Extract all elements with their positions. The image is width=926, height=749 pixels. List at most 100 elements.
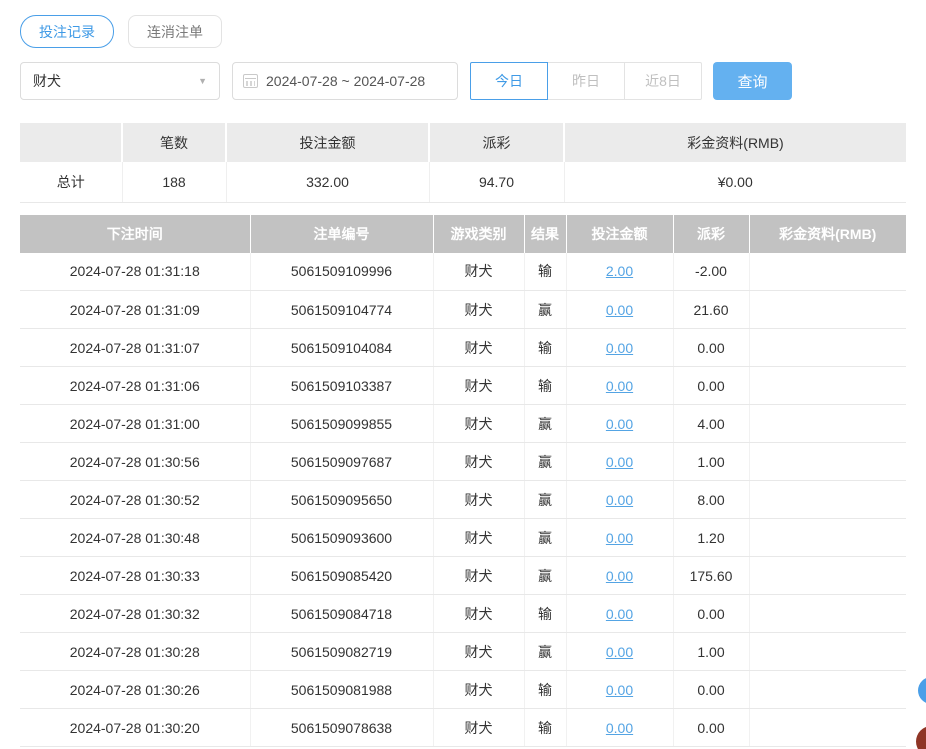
- tab-bet-records[interactable]: 投注记录: [20, 15, 114, 48]
- bet-amount-link[interactable]: 0.00: [606, 568, 633, 584]
- summary-total-row: 总计 188 332.00 94.70 ¥0.00: [20, 162, 906, 202]
- bet-amount-link: 0.00: [566, 519, 673, 557]
- order-number-cell: 5061509109996: [250, 253, 433, 291]
- bet-time-cell: 2024-07-28 01:31:07: [20, 329, 250, 367]
- payout-cell: -2.00: [673, 253, 749, 291]
- bet-records-page: 投注记录 连消注单 财犬 ▼ 2024-07-28 ~ 2024-07-28 今…: [0, 0, 926, 749]
- today-button[interactable]: 今日: [470, 62, 548, 100]
- result-cell: 赢: [524, 291, 566, 329]
- payout-cell: 1.00: [673, 443, 749, 481]
- payout-cell: 1.20: [673, 519, 749, 557]
- bet-time-cell: 2024-07-28 01:30:26: [20, 671, 250, 709]
- summary-total-bonus: ¥0.00: [564, 162, 906, 202]
- bet-amount-link[interactable]: 2.00: [606, 263, 633, 279]
- table-row: 2024-07-28 01:30:205061509078638财犬输0.000…: [20, 709, 906, 747]
- bet-amount-link[interactable]: 0.00: [606, 340, 633, 356]
- summary-header-count: 笔数: [122, 123, 226, 162]
- summary-header-empty: [20, 123, 122, 162]
- table-row: 2024-07-28 01:30:525061509095650财犬赢0.008…: [20, 481, 906, 519]
- game-type-cell: 财犬: [433, 367, 524, 405]
- last-8-days-button[interactable]: 近8日: [624, 62, 702, 100]
- top-tabs: 投注记录 连消注单: [20, 15, 906, 48]
- records-table: 下注时间 注单编号 游戏类别 结果 投注金额 派彩 彩金资料(RMB) 2024…: [20, 215, 906, 748]
- bet-time-cell: 2024-07-28 01:30:56: [20, 443, 250, 481]
- bet-amount-link[interactable]: 0.00: [606, 454, 633, 470]
- summary-total-label: 总计: [20, 162, 122, 202]
- bonus-cell: [749, 253, 906, 291]
- result-cell: 输: [524, 709, 566, 747]
- header-bet-time: 下注时间: [20, 215, 250, 253]
- bet-amount-link: 2.00: [566, 253, 673, 291]
- payout-cell: 8.00: [673, 481, 749, 519]
- bonus-cell: [749, 329, 906, 367]
- result-cell: 输: [524, 367, 566, 405]
- bet-amount-link[interactable]: 0.00: [606, 644, 633, 660]
- date-range-input[interactable]: 2024-07-28 ~ 2024-07-28: [232, 62, 458, 100]
- order-number-cell: 5061509104084: [250, 329, 433, 367]
- tab-cancelled-orders[interactable]: 连消注单: [128, 15, 222, 48]
- date-range-value: 2024-07-28 ~ 2024-07-28: [266, 73, 425, 89]
- header-bonus: 彩金资料(RMB): [749, 215, 906, 253]
- table-row: 2024-07-28 01:30:335061509085420财犬赢0.001…: [20, 557, 906, 595]
- result-cell: 赢: [524, 633, 566, 671]
- payout-cell: 21.60: [673, 291, 749, 329]
- game-select[interactable]: 财犬 ▼: [20, 62, 220, 100]
- result-cell: 输: [524, 253, 566, 291]
- floating-action-button[interactable]: [916, 726, 926, 749]
- bet-amount-link: 0.00: [566, 291, 673, 329]
- bet-amount-link[interactable]: 0.00: [606, 302, 633, 318]
- result-cell: 赢: [524, 519, 566, 557]
- payout-cell: 1.00: [673, 633, 749, 671]
- order-number-cell: 5061509095650: [250, 481, 433, 519]
- bet-amount-link: 0.00: [566, 405, 673, 443]
- summary-total-count: 188: [122, 162, 226, 202]
- bet-amount-link[interactable]: 0.00: [606, 606, 633, 622]
- result-cell: 赢: [524, 557, 566, 595]
- bet-amount-link[interactable]: 0.00: [606, 416, 633, 432]
- table-row: 2024-07-28 01:31:075061509104084财犬输0.000…: [20, 329, 906, 367]
- bonus-cell: [749, 405, 906, 443]
- game-type-cell: 财犬: [433, 481, 524, 519]
- header-payout: 派彩: [673, 215, 749, 253]
- bet-amount-link: 0.00: [566, 671, 673, 709]
- table-row: 2024-07-28 01:30:325061509084718财犬输0.000…: [20, 595, 906, 633]
- yesterday-button[interactable]: 昨日: [547, 62, 625, 100]
- order-number-cell: 5061509104774: [250, 291, 433, 329]
- bonus-cell: [749, 519, 906, 557]
- table-row: 2024-07-28 01:30:565061509097687财犬赢0.001…: [20, 443, 906, 481]
- bet-amount-link[interactable]: 0.00: [606, 720, 633, 736]
- game-type-cell: 财犬: [433, 557, 524, 595]
- payout-cell: 0.00: [673, 709, 749, 747]
- bet-amount-link: 0.00: [566, 595, 673, 633]
- floating-service-button[interactable]: [918, 677, 926, 704]
- bet-amount-link[interactable]: 0.00: [606, 492, 633, 508]
- query-button[interactable]: 查询: [713, 62, 792, 100]
- order-number-cell: 5061509099855: [250, 405, 433, 443]
- bet-time-cell: 2024-07-28 01:30:28: [20, 633, 250, 671]
- bet-amount-link: 0.00: [566, 709, 673, 747]
- result-cell: 赢: [524, 443, 566, 481]
- calendar-icon: [243, 74, 258, 88]
- bet-amount-link: 0.00: [566, 557, 673, 595]
- bet-amount-link: 0.00: [566, 481, 673, 519]
- game-type-cell: 财犬: [433, 633, 524, 671]
- payout-cell: 175.60: [673, 557, 749, 595]
- game-type-cell: 财犬: [433, 253, 524, 291]
- bet-amount-link[interactable]: 0.00: [606, 530, 633, 546]
- payout-cell: 0.00: [673, 671, 749, 709]
- header-order-number: 注单编号: [250, 215, 433, 253]
- bet-amount-link[interactable]: 0.00: [606, 378, 633, 394]
- result-cell: 输: [524, 671, 566, 709]
- game-type-cell: 财犬: [433, 519, 524, 557]
- bet-amount-link[interactable]: 0.00: [606, 682, 633, 698]
- order-number-cell: 5061509085420: [250, 557, 433, 595]
- bonus-cell: [749, 633, 906, 671]
- bet-time-cell: 2024-07-28 01:30:48: [20, 519, 250, 557]
- records-table-body: 2024-07-28 01:31:185061509109996财犬输2.00-…: [20, 253, 906, 747]
- bonus-cell: [749, 557, 906, 595]
- chevron-down-icon: ▼: [198, 76, 207, 86]
- summary-header-bonus: 彩金资料(RMB): [564, 123, 906, 162]
- payout-cell: 4.00: [673, 405, 749, 443]
- table-row: 2024-07-28 01:30:265061509081988财犬输0.000…: [20, 671, 906, 709]
- bet-amount-link: 0.00: [566, 367, 673, 405]
